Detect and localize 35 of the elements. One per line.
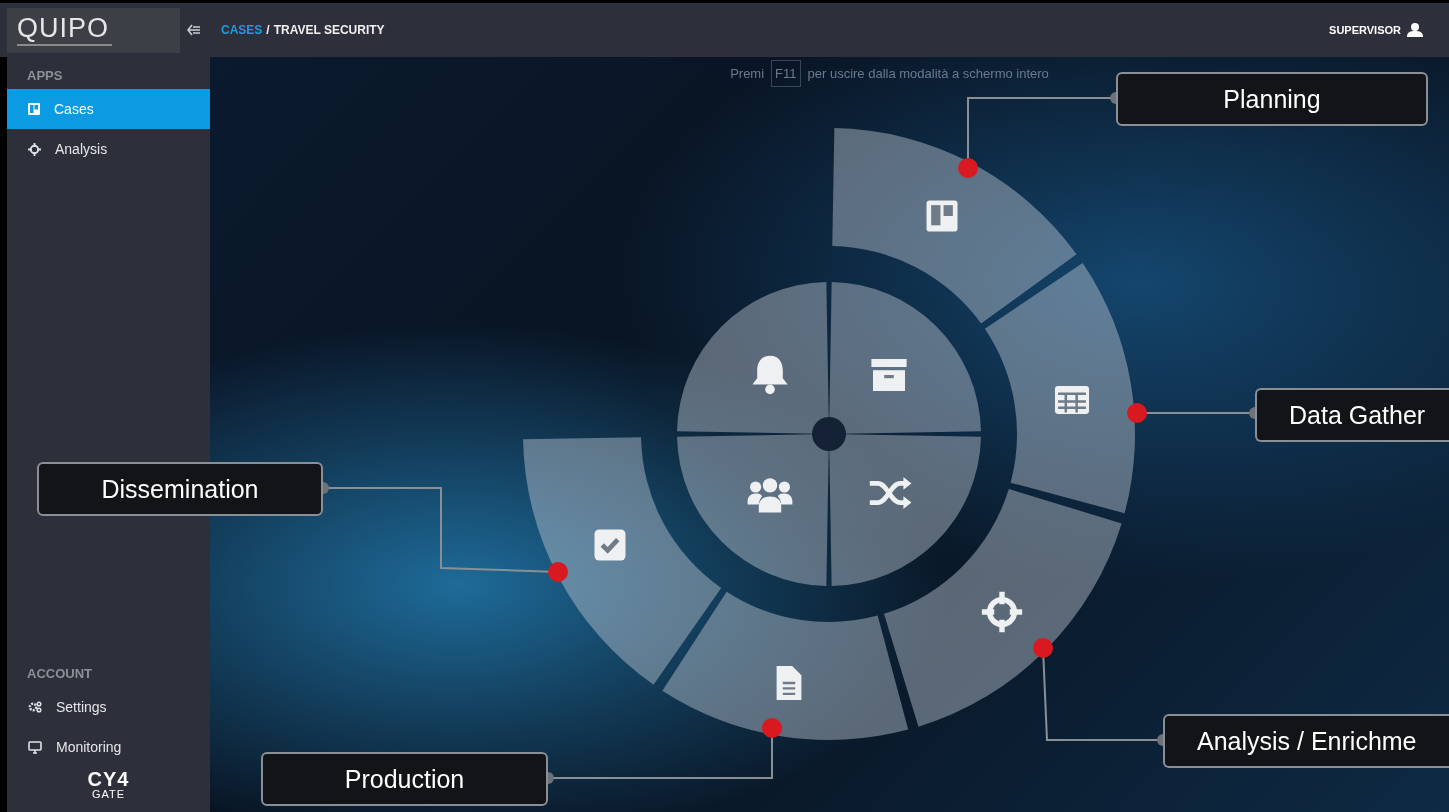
collapse-sidebar-icon[interactable] (187, 24, 201, 36)
board-icon (28, 103, 40, 115)
phase-label: Data Gather (1255, 388, 1449, 442)
shuffle-icon (867, 477, 912, 509)
phase-label: Production (261, 752, 548, 806)
monitor-icon (28, 740, 42, 754)
marker-dot (548, 562, 568, 582)
archive-icon (871, 359, 907, 391)
phase-label: Analysis / Enrichme (1163, 714, 1449, 768)
bell-icon (752, 355, 788, 395)
table-icon (1054, 386, 1090, 414)
user-menu[interactable]: SUPERVISOR (1323, 22, 1429, 38)
phase-label: Dissemination (37, 462, 323, 516)
user-icon (1407, 23, 1423, 37)
phase-label: Planning (1116, 72, 1428, 126)
gears-icon (28, 701, 42, 713)
crosshair-icon (979, 589, 1025, 635)
breadcrumb-link[interactable]: CASES (221, 23, 263, 37)
marker-dot (958, 158, 978, 178)
marker-dot (1033, 638, 1053, 658)
marker-dot (1127, 403, 1147, 423)
sidebar-item[interactable]: Monitoring (7, 727, 210, 767)
users-icon (747, 478, 793, 513)
brand-logo: CY4 GATE (87, 769, 130, 800)
breadcrumb-current: TRAVEL SECURITY (273, 23, 385, 37)
sidebar-item[interactable]: Settings (7, 687, 210, 727)
section-title: ACCOUNT (26, 666, 93, 683)
sidebar-item[interactable]: Analysis (7, 129, 210, 169)
section-title: APPS (26, 67, 64, 85)
fullscreen-notice: Premi F11 per uscire dalla modalità a schermo intero (730, 60, 1049, 87)
crosshair-icon (28, 142, 41, 156)
marker-dot (762, 718, 782, 738)
breadcrumb-separator: / (266, 23, 270, 37)
logo: QUIPO (7, 7, 180, 53)
center-dot (812, 417, 846, 451)
